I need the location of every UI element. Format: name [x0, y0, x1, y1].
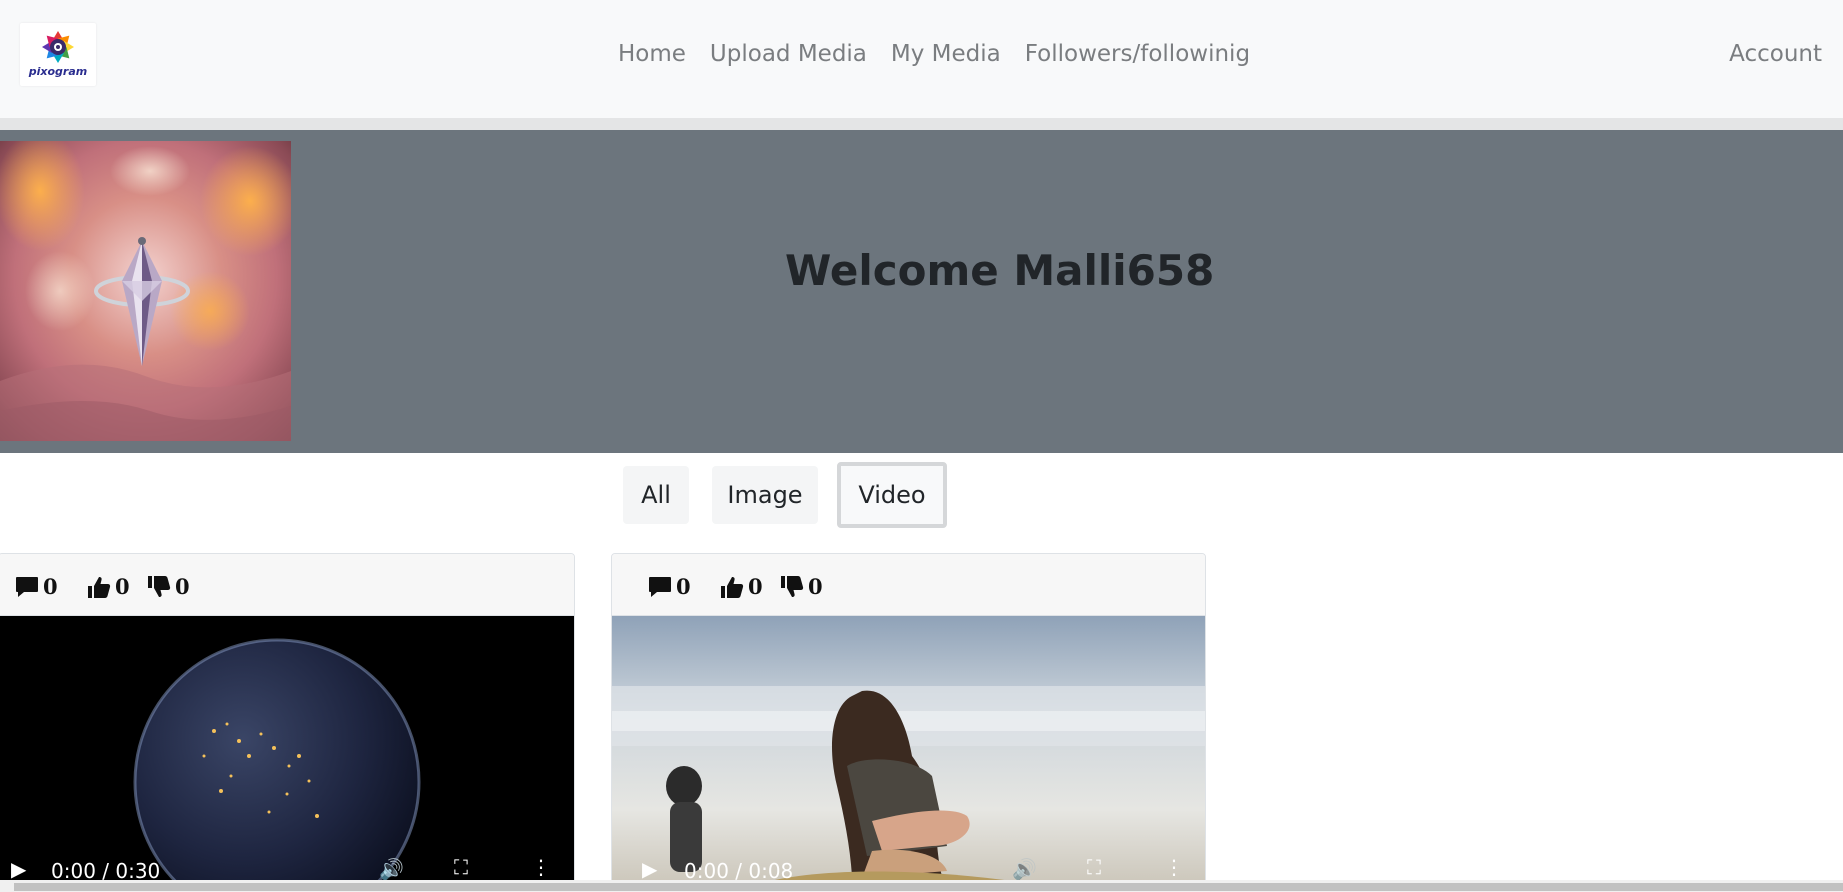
thumbs-up-icon [88, 576, 111, 598]
fullscreen-icon[interactable]: ⛶ [1087, 855, 1101, 879]
comments-count: 0 [43, 574, 58, 599]
comments-stat[interactable]: 0 [15, 574, 58, 599]
dislikes-count: 0 [808, 574, 823, 599]
profile-picture [0, 141, 291, 441]
media-card: 0 0 0 [0, 553, 575, 892]
profile-banner: Welcome Malli658 [0, 130, 1843, 453]
nav-upload-media[interactable]: Upload Media [710, 41, 867, 67]
card-header: 0 0 0 [612, 554, 1205, 616]
likes-stat[interactable]: 0 [87, 574, 130, 599]
comments-count: 0 [676, 574, 691, 599]
nav-followers-following[interactable]: Followers/followinig [1025, 41, 1250, 67]
dislikes-stat[interactable]: 0 [147, 574, 190, 599]
nav-home[interactable]: Home [618, 41, 686, 67]
play-icon[interactable]: ▶ [642, 857, 657, 881]
likes-stat[interactable]: 0 [720, 574, 763, 599]
video-player[interactable]: ▶ 0:00 / 0:30 🔊 ⛶ ⋮ [0, 616, 574, 891]
nav-links: Home Upload Media My Media Followers/fol… [618, 41, 1250, 67]
likes-count: 0 [748, 574, 763, 599]
filter-all-button[interactable]: All [623, 466, 689, 524]
volume-icon[interactable]: 🔊 [1012, 857, 1037, 881]
fullscreen-icon[interactable]: ⛶ [454, 855, 468, 879]
comments-stat[interactable]: 0 [648, 574, 691, 599]
volume-icon[interactable]: 🔊 [379, 857, 404, 881]
thumbs-down-icon [148, 575, 171, 597]
scrollbar-thumb[interactable] [14, 883, 1843, 891]
comment-icon [649, 576, 671, 597]
more-options-icon[interactable]: ⋮ [531, 855, 551, 879]
logo-text: pixogram [28, 65, 88, 78]
nav-account[interactable]: Account [1729, 41, 1822, 67]
media-card: 0 0 0 [611, 553, 1206, 892]
play-icon[interactable]: ▶ [11, 857, 26, 881]
navbar-divider [0, 118, 1843, 130]
filter-video-button[interactable]: Video [837, 462, 947, 528]
thumbs-down-icon [781, 575, 804, 597]
comment-icon [16, 576, 38, 597]
navbar: pixogram Home Upload Media My Media Foll… [0, 0, 1843, 118]
video-frame-earth [0, 616, 574, 891]
nav-my-media[interactable]: My Media [891, 41, 1001, 67]
video-frame-beach [612, 616, 1205, 891]
filter-image-button[interactable]: Image [712, 466, 818, 524]
horizontal-scrollbar[interactable] [0, 880, 1843, 892]
pixogram-logo[interactable]: pixogram [20, 23, 96, 86]
welcome-heading: Welcome Malli658 [785, 246, 1215, 295]
card-header: 0 0 0 [0, 554, 574, 616]
more-options-icon[interactable]: ⋮ [1164, 855, 1184, 879]
thumbs-up-icon [721, 576, 744, 598]
video-player[interactable]: ▶ 0:00 / 0:08 🔊 ⛶ ⋮ [612, 616, 1205, 891]
pixogram-logo-icon [42, 31, 74, 63]
dislikes-stat[interactable]: 0 [780, 574, 823, 599]
dislikes-count: 0 [175, 574, 190, 599]
likes-count: 0 [115, 574, 130, 599]
